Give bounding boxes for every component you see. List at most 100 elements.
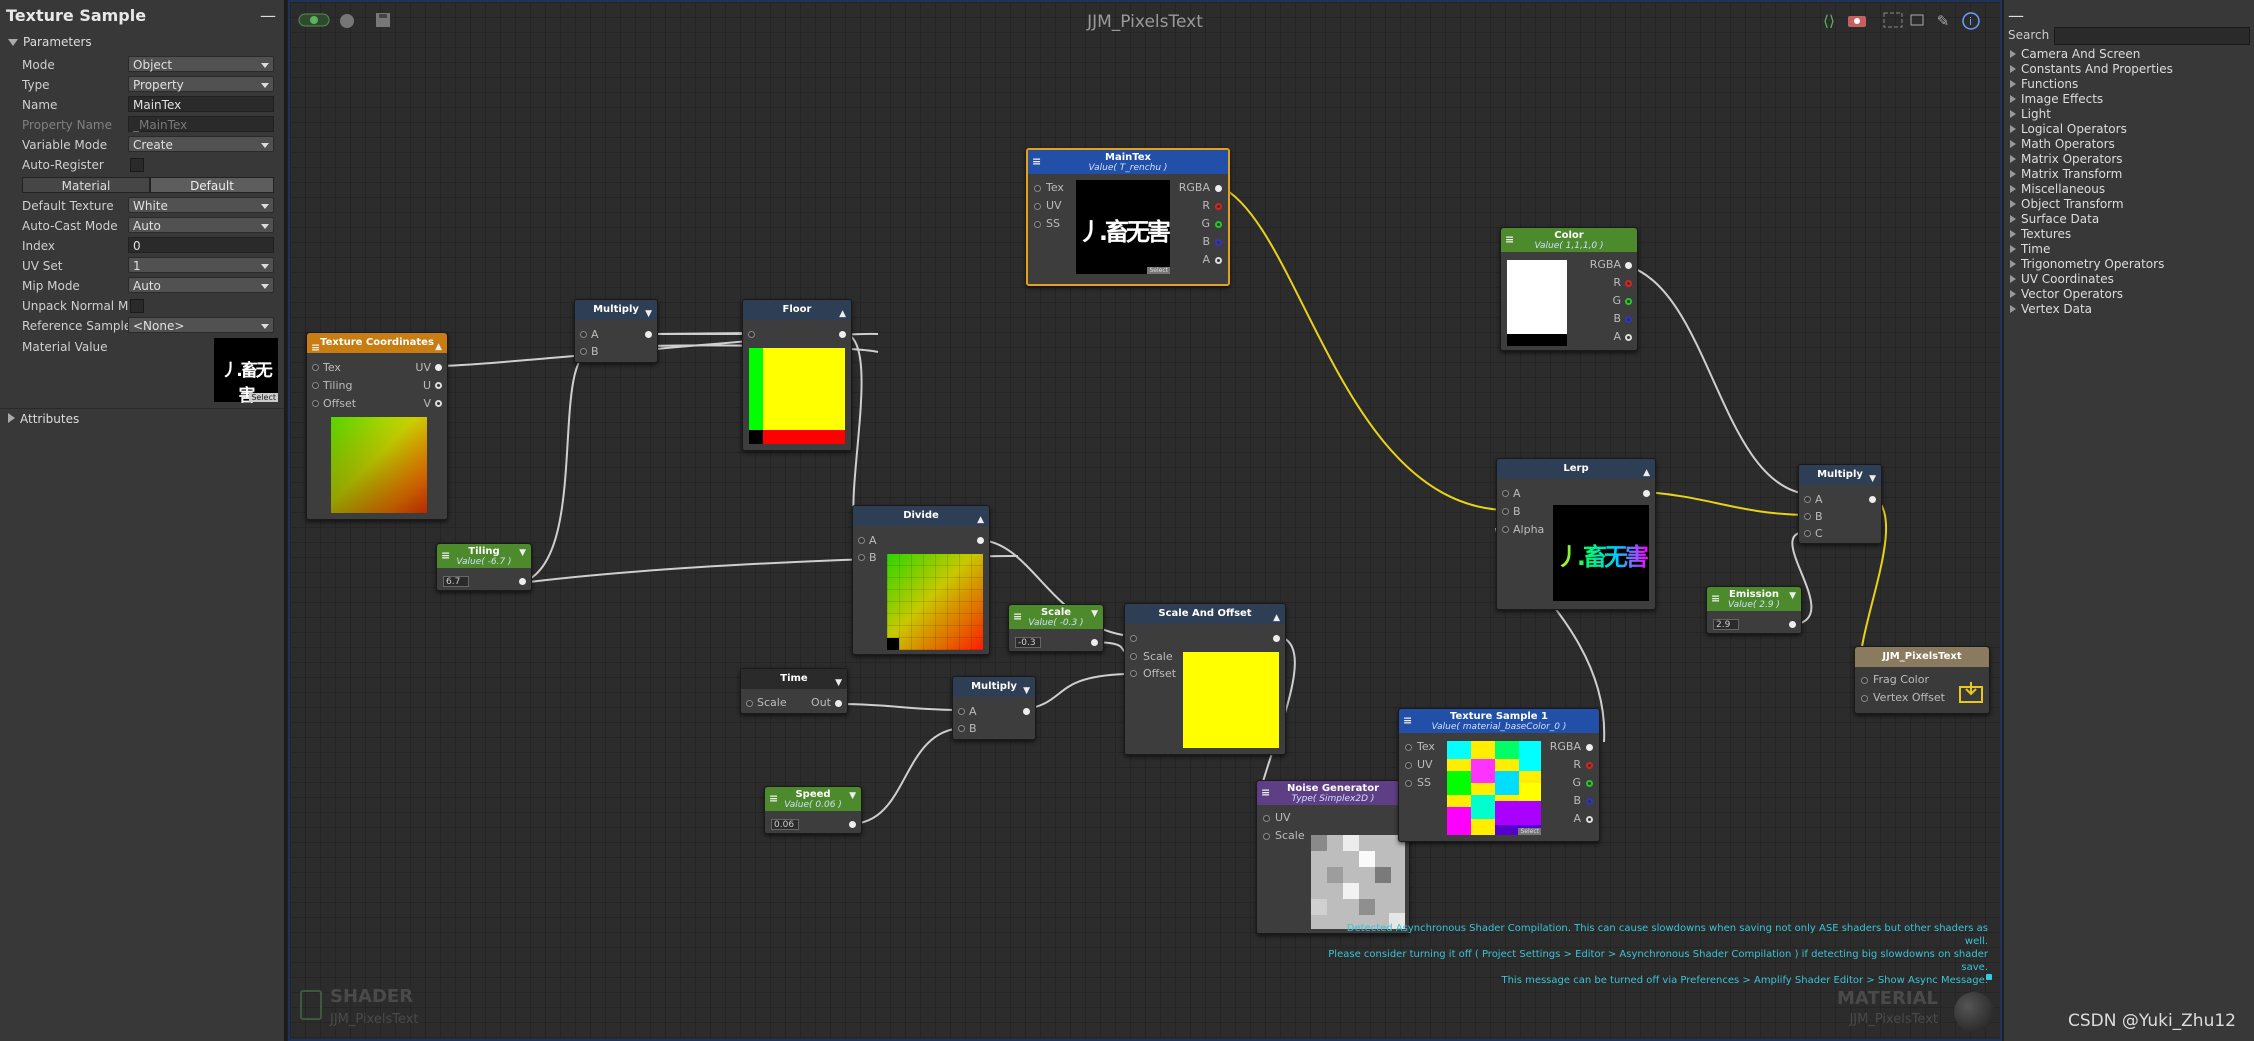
port-pin[interactable] xyxy=(1263,833,1270,840)
search-input[interactable] xyxy=(2054,27,2250,45)
category-item[interactable]: Logical Operators xyxy=(2010,122,2127,136)
port-pin[interactable] xyxy=(1586,762,1593,769)
chevron-down-icon[interactable]: ▼ xyxy=(1023,681,1030,701)
port-pin[interactable] xyxy=(580,331,587,338)
port-pin[interactable] xyxy=(1804,496,1811,503)
node-lerp[interactable]: Lerp ▲ A B Alpha 丿.畜无害 xyxy=(1496,458,1656,610)
port-pin[interactable] xyxy=(1804,530,1811,537)
node-time[interactable]: Time ▼ Scale Out xyxy=(740,668,848,714)
minimize-icon[interactable]: — xyxy=(2008,6,2024,25)
material-texture-slot[interactable]: 丿.畜无害 Select xyxy=(214,338,278,406)
node-graph-canvas[interactable]: JJM_PixelsText ⟨⟩ ✎ i ≡ Texture Coordina… xyxy=(288,0,2002,1041)
mip-mode-dropdown[interactable]: Auto xyxy=(128,277,274,293)
chevron-down-icon[interactable]: ▼ xyxy=(849,791,856,801)
category-item[interactable]: UV Coordinates xyxy=(2010,272,2114,286)
default-button[interactable]: Default xyxy=(150,177,274,193)
reference-sample-dropdown[interactable]: <None> xyxy=(128,317,274,333)
chevron-up-icon[interactable]: ▲ xyxy=(977,510,984,530)
category-item[interactable]: Surface Data xyxy=(2010,212,2099,226)
menu-icon[interactable]: ≡ xyxy=(441,549,450,562)
port-pin[interactable] xyxy=(1034,185,1041,192)
type-dropdown[interactable]: Property xyxy=(128,76,274,92)
port-pin[interactable] xyxy=(958,708,965,715)
uv-set-dropdown[interactable]: 1 xyxy=(128,257,274,273)
category-item[interactable]: Functions xyxy=(2010,77,2078,91)
chevron-up-icon[interactable]: ▲ xyxy=(839,304,846,324)
auto-register-checkbox[interactable] xyxy=(130,158,144,172)
port-pin[interactable] xyxy=(1130,670,1137,677)
port-pin[interactable] xyxy=(1215,257,1222,264)
category-item[interactable]: Constants And Properties xyxy=(2010,62,2173,76)
node-color[interactable]: ≡ Color Value( 1,1,1,0 ) RGBA R G B A xyxy=(1500,227,1638,351)
chevron-up-icon[interactable]: ▲ xyxy=(1643,463,1650,483)
tiling-value-field[interactable]: 6.7 xyxy=(443,576,469,587)
port-pin[interactable] xyxy=(1405,780,1412,787)
port-pin[interactable] xyxy=(1789,621,1796,628)
category-item[interactable]: Camera And Screen xyxy=(2010,47,2140,61)
port-pin[interactable] xyxy=(519,578,526,585)
port-pin[interactable] xyxy=(839,331,846,338)
port-pin[interactable] xyxy=(1215,239,1222,246)
node-multiply-1[interactable]: Multiply ▼ A B xyxy=(574,299,658,363)
select-texture-button[interactable]: Select xyxy=(1518,828,1541,835)
node-noise-generator[interactable]: ≡ Noise Generator Type( Simplex2D ) UV Sca… xyxy=(1256,780,1410,934)
port-pin[interactable] xyxy=(1502,508,1509,515)
port-pin[interactable] xyxy=(1502,526,1509,533)
variable-mode-dropdown[interactable]: Create xyxy=(128,136,274,152)
port-pin[interactable] xyxy=(1023,708,1030,715)
port-pin[interactable] xyxy=(1034,221,1041,228)
port-pin[interactable] xyxy=(1861,695,1868,702)
node-scale-and-offset[interactable]: Scale And Offset ▲ Scale Offset xyxy=(1124,603,1286,755)
scale-value-field[interactable]: -0.3 xyxy=(1015,637,1041,648)
category-item[interactable]: Image Effects xyxy=(2010,92,2103,106)
speed-value-field[interactable]: 0.06 xyxy=(771,819,799,830)
port-pin[interactable] xyxy=(435,364,442,371)
port-pin[interactable] xyxy=(312,382,319,389)
select-texture-button[interactable]: Select xyxy=(249,393,278,402)
port-pin[interactable] xyxy=(1586,798,1593,805)
port-pin[interactable] xyxy=(1643,490,1650,497)
category-item[interactable]: Textures xyxy=(2010,227,2071,241)
node-texture-coordinates[interactable]: ≡ Texture Coordinates ▲ Tex Tiling Offset … xyxy=(306,332,448,520)
menu-icon[interactable]: ≡ xyxy=(1403,714,1412,727)
port-pin[interactable] xyxy=(1034,203,1041,210)
category-item[interactable]: Miscellaneous xyxy=(2010,182,2105,196)
chevron-down-icon[interactable]: ▼ xyxy=(1869,469,1876,489)
name-field[interactable]: MainTex xyxy=(128,96,274,112)
port-pin[interactable] xyxy=(1130,635,1137,642)
port-pin[interactable] xyxy=(1586,816,1593,823)
attributes-section[interactable]: Attributes xyxy=(8,412,79,426)
port-pin[interactable] xyxy=(1215,221,1222,228)
node-maintex[interactable]: ≡ MainTex Value( T_renchu ) Tex UV SS 丿.畜无… xyxy=(1026,148,1230,286)
menu-icon[interactable]: ≡ xyxy=(769,792,778,805)
material-button[interactable]: Material xyxy=(22,177,150,193)
chevron-down-icon[interactable]: ▼ xyxy=(1789,591,1796,601)
minimize-icon[interactable]: — xyxy=(260,6,276,25)
select-texture-button[interactable]: Select xyxy=(1147,267,1170,274)
category-item[interactable]: Time xyxy=(2010,242,2050,256)
port-pin[interactable] xyxy=(1586,780,1593,787)
category-item[interactable]: Object Transform xyxy=(2010,197,2124,211)
port-pin[interactable] xyxy=(1215,203,1222,210)
port-pin[interactable] xyxy=(835,700,842,707)
mode-dropdown[interactable]: Object xyxy=(128,56,274,72)
port-pin[interactable] xyxy=(1502,490,1509,497)
port-pin[interactable] xyxy=(645,331,652,338)
default-texture-dropdown[interactable]: White xyxy=(128,197,274,213)
category-item[interactable]: Vector Operators xyxy=(2010,287,2123,301)
port-pin[interactable] xyxy=(746,700,753,707)
category-item[interactable]: Matrix Transform xyxy=(2010,167,2122,181)
port-pin[interactable] xyxy=(958,725,965,732)
menu-icon[interactable]: ≡ xyxy=(1032,155,1041,168)
port-pin[interactable] xyxy=(858,537,865,544)
port-pin[interactable] xyxy=(312,400,319,407)
node-divide[interactable]: Divide ▲ A B xyxy=(852,505,990,655)
menu-icon[interactable]: ≡ xyxy=(1505,233,1514,246)
port-pin[interactable] xyxy=(1586,744,1593,751)
port-pin[interactable] xyxy=(1625,280,1632,287)
port-pin[interactable] xyxy=(1625,316,1632,323)
menu-icon[interactable]: ≡ xyxy=(1261,786,1270,799)
port-pin[interactable] xyxy=(858,554,865,561)
category-item[interactable]: Vertex Data xyxy=(2010,302,2092,316)
emission-value-field[interactable]: 2.9 xyxy=(1713,619,1739,630)
